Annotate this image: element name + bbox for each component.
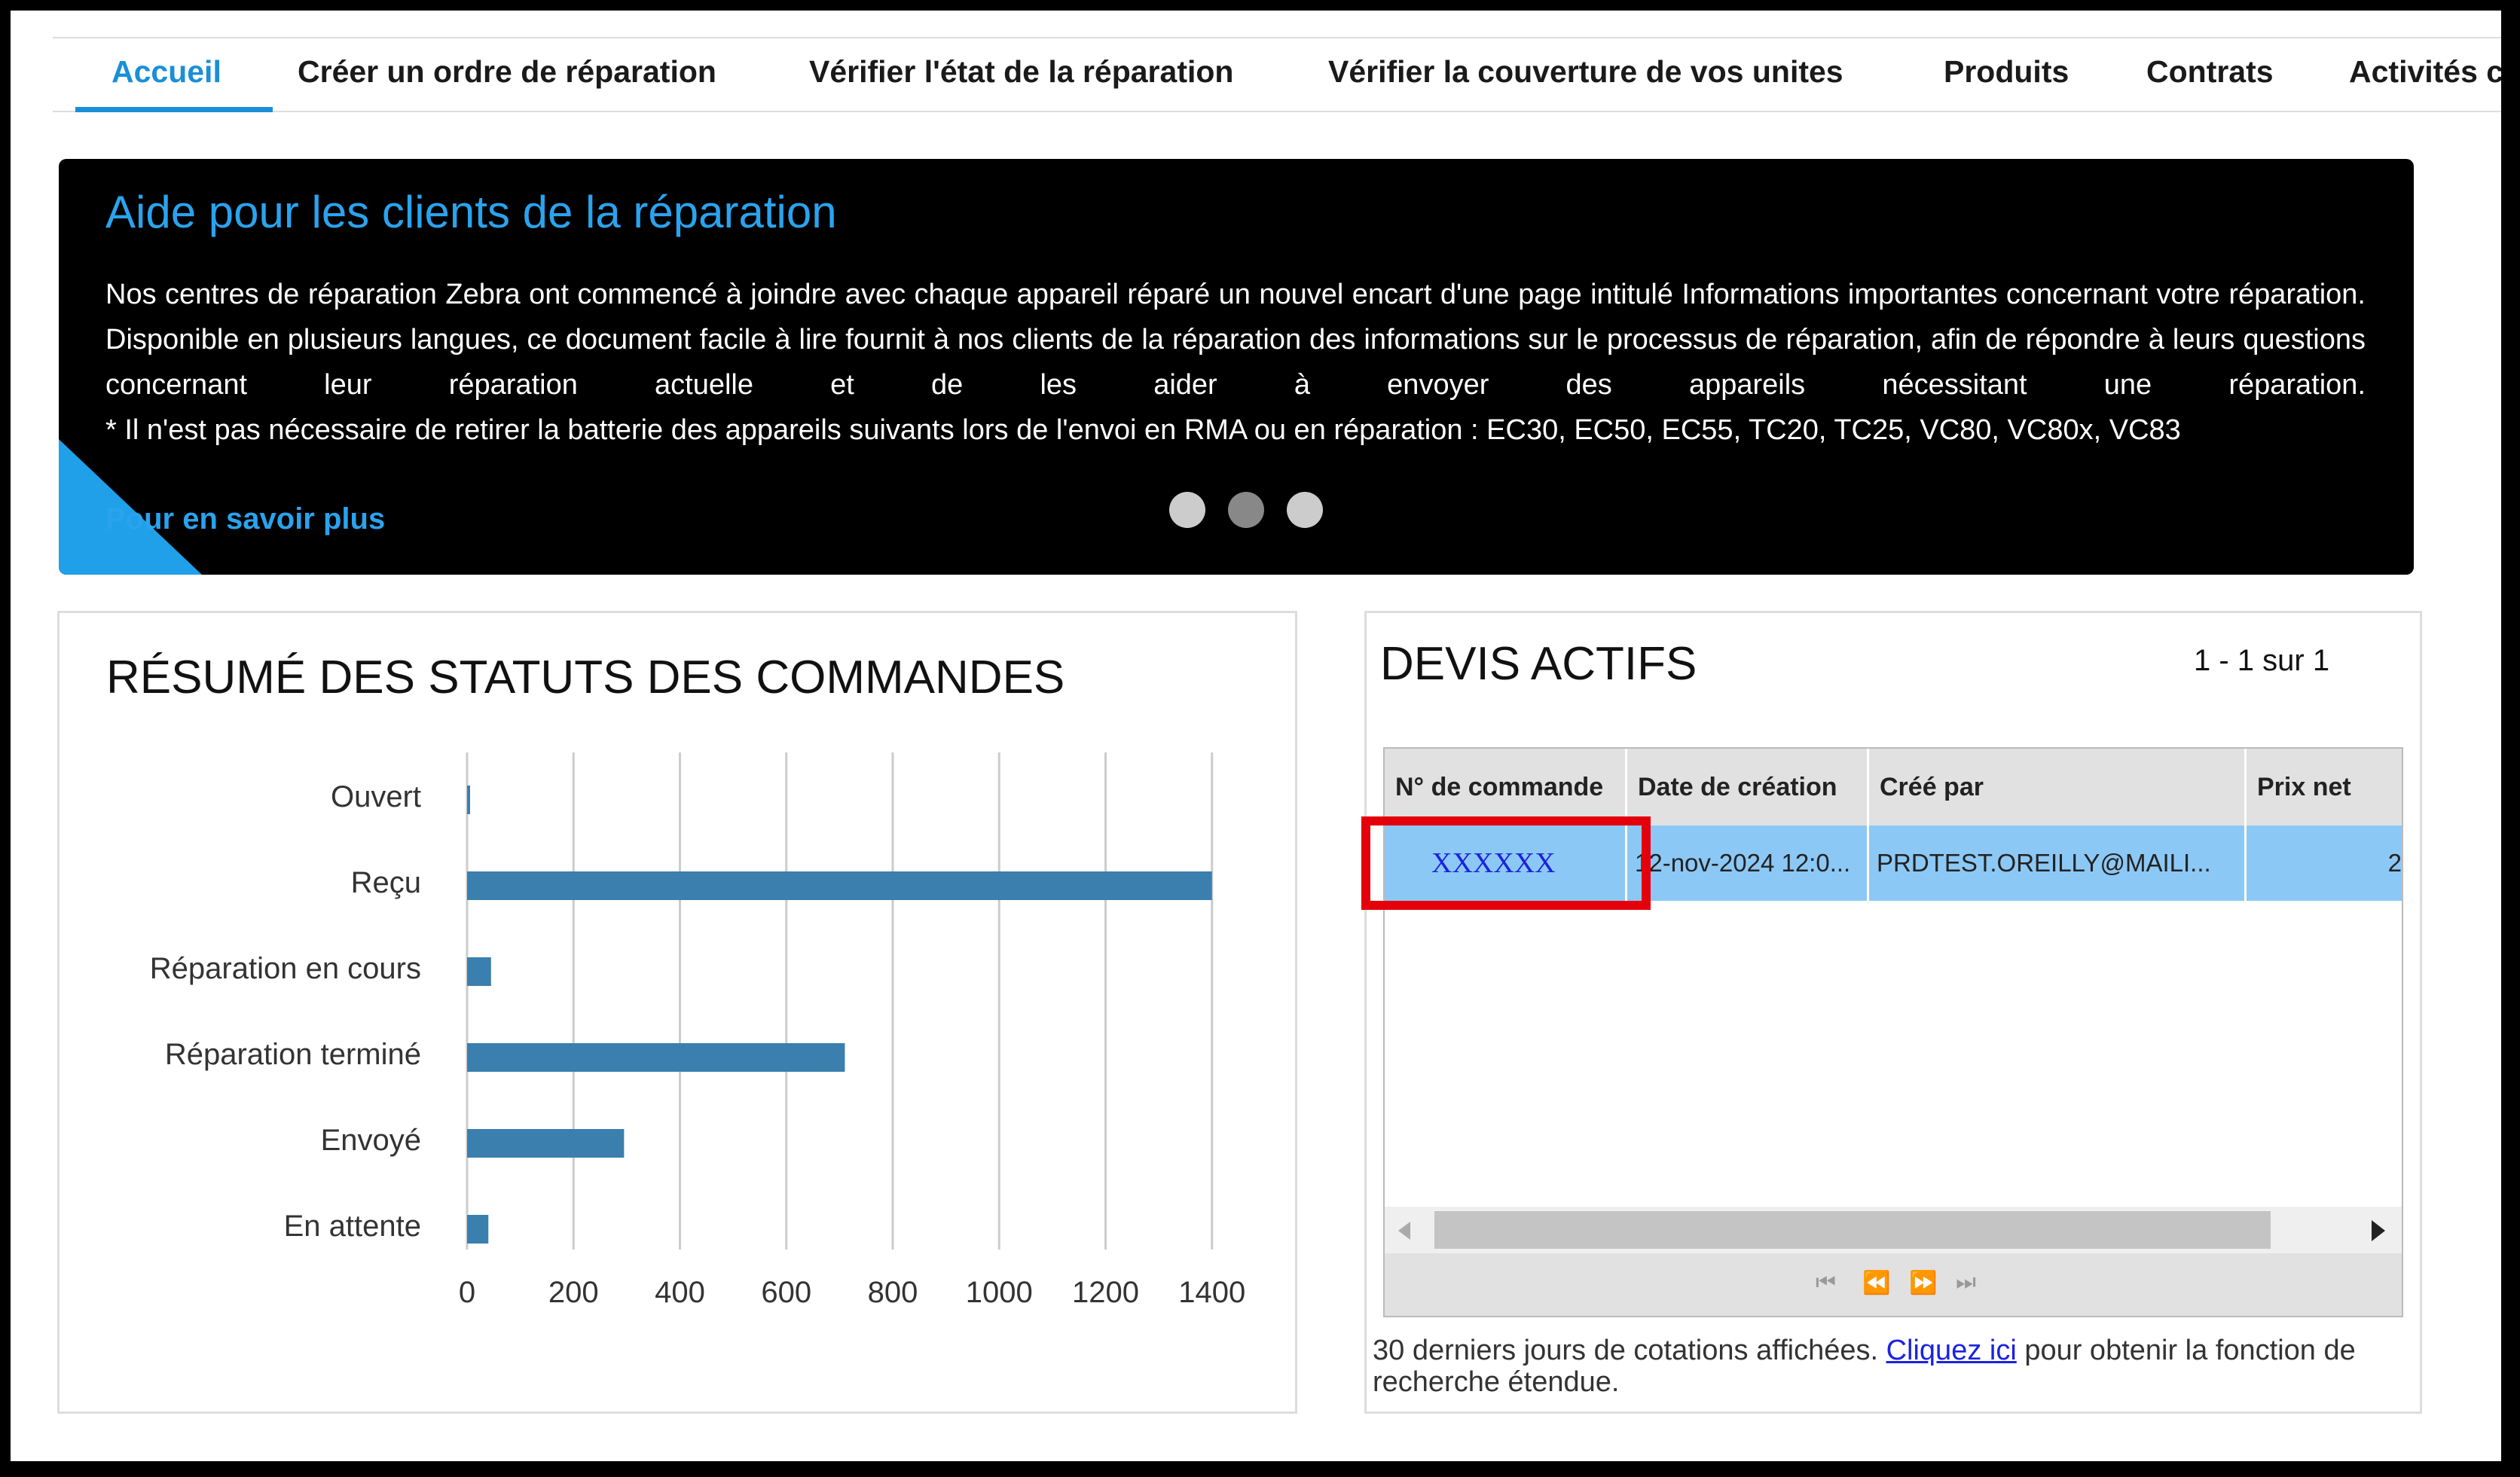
column-creation-date[interactable]: Date de création [1627, 749, 1869, 825]
grid-header: N° de commande Date de création Créé par… [1385, 749, 2402, 825]
order-number-link[interactable]: XXXXXX [1431, 847, 1556, 879]
x-tick-label: 600 [761, 1276, 811, 1309]
scrollbar-thumb[interactable] [1434, 1211, 2271, 1249]
banner-body: Nos centres de réparation Zebra ont comm… [105, 272, 2366, 407]
banner-title: Aide pour les clients de la réparation [105, 187, 837, 237]
category-label: En attente [284, 1210, 421, 1243]
carousel-dot-1[interactable] [1169, 492, 1205, 528]
category-label: Réparation terminé [165, 1038, 421, 1071]
carousel-dot-2[interactable] [1228, 492, 1264, 528]
table-row[interactable]: XXXXXX 12-nov-2024 12:0... PRDTEST.OREIL… [1385, 825, 2402, 901]
nav-divider [53, 111, 2501, 112]
category-label: Ouvert [331, 780, 421, 813]
x-tick-label: 200 [548, 1276, 599, 1309]
x-tick-label: 1000 [966, 1276, 1033, 1309]
help-banner: Aide pour les clients de la réparation N… [59, 159, 2414, 575]
bar[interactable] [467, 1043, 845, 1072]
order-status-panel: RÉSUMÉ DES STATUTS DES COMMANDES 0 200 400… [57, 611, 1297, 1414]
extended-search-link[interactable]: Cliquez ici [1886, 1335, 2017, 1366]
active-tab-indicator [75, 107, 273, 112]
horizontal-scrollbar[interactable] [1385, 1207, 2402, 1253]
bar[interactable] [467, 1129, 625, 1158]
cell-created-by: PRDTEST.OREILLY@MAILI... [1869, 825, 2247, 901]
learn-more-link[interactable]: Pour en savoir plus [105, 502, 385, 536]
tab-produits[interactable]: Produits [1944, 54, 2069, 108]
bar[interactable] [467, 957, 491, 986]
main-nav: Accueil Créer un ordre de réparation Vér… [11, 11, 2501, 112]
tab-accueil[interactable]: Accueil [111, 54, 221, 108]
cell-net-price: 2 [2387, 849, 2402, 877]
active-quotes-title: DEVIS ACTIFS [1380, 638, 1697, 690]
column-net-price[interactable]: Prix net [2247, 749, 2402, 825]
bar[interactable] [467, 1215, 489, 1244]
scroll-right-icon[interactable] [2372, 1220, 2385, 1241]
category-label: Envoyé [321, 1124, 421, 1157]
scroll-left-icon[interactable] [1398, 1222, 1410, 1240]
first-page-icon[interactable]: ⏮ [1816, 1270, 1836, 1295]
pagination-count: 1 - 1 sur 1 [2194, 644, 2330, 677]
nav-top-divider [53, 37, 2501, 38]
banner-battery-note: * Il n'est pas nécessaire de retirer la … [105, 414, 2181, 446]
x-tick-label: 800 [868, 1276, 918, 1309]
bar[interactable] [467, 786, 470, 814]
next-page-icon[interactable]: ⏩ [1909, 1270, 1937, 1296]
category-label: Réparation en cours [150, 952, 421, 985]
page-frame: Accueil Créer un ordre de réparation Vér… [11, 11, 2501, 1461]
cell-order-number: XXXXXX [1385, 825, 1627, 901]
status-bar-chart: 020040060080010001200140016OuvertReçuRép… [150, 752, 1245, 1309]
tab-creer-ordre[interactable]: Créer un ordre de réparation [298, 54, 716, 108]
banner-text: Nos centres de réparation Zebra ont comm… [105, 279, 2366, 401]
tab-verifier-etat[interactable]: Vérifier l'état de la réparation [809, 54, 1233, 108]
tab-contrats[interactable]: Contrats [2146, 54, 2274, 108]
column-order-number[interactable]: N° de commande [1385, 749, 1627, 825]
x-tick-label: 0 [459, 1276, 475, 1309]
previous-page-icon[interactable]: ⏪ [1862, 1270, 1890, 1296]
footnote-text-start: 30 derniers jours de cotations affichées… [1373, 1335, 1886, 1366]
last-page-icon[interactable]: ⏭ [1956, 1270, 1976, 1295]
cell-creation-date: 12-nov-2024 12:0... [1627, 825, 1869, 901]
quotes-footnote: 30 derniers jours de cotations affichées… [1373, 1335, 2412, 1398]
tab-verifier-couverture[interactable]: Vérifier la couverture de vos unites [1328, 54, 1843, 108]
bar[interactable] [467, 871, 1212, 900]
quotes-grid: N° de commande Date de création Créé par… [1383, 747, 2403, 1317]
grid-pager: ⏮ ⏪ ⏩ ⏭ [1385, 1253, 2402, 1316]
column-created-by[interactable]: Créé par [1869, 749, 2247, 825]
x-tick-label: 1200 [1072, 1276, 1139, 1309]
x-tick-label: 400 [655, 1276, 705, 1309]
active-quotes-panel: DEVIS ACTIFS 1 - 1 sur 1 N° de commande … [1364, 611, 2422, 1414]
carousel-dot-3[interactable] [1287, 492, 1323, 528]
tab-activites[interactable]: Activités c [2349, 54, 2501, 108]
category-label: Reçu [351, 866, 421, 899]
x-tick-label: 1400 [1178, 1276, 1245, 1309]
